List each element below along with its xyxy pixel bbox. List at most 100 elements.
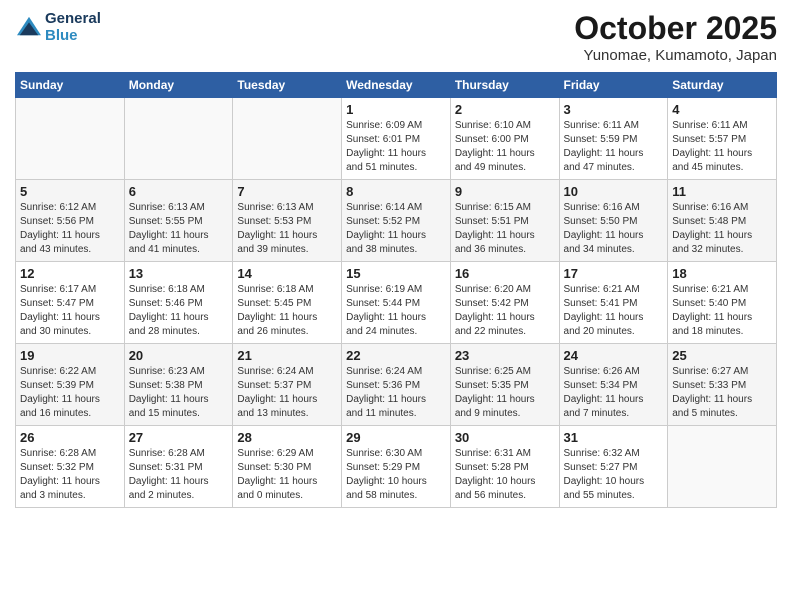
day-number: 21 [237, 348, 337, 363]
day-number: 6 [129, 184, 229, 199]
calendar-cell: 23 Sunrise: 6:25 AM Sunset: 5:35 PM Dayli… [450, 344, 559, 426]
day-info: Sunrise: 6:21 AM Sunset: 5:40 PM Dayligh… [672, 283, 772, 339]
calendar-cell: 5 Sunrise: 6:12 AM Sunset: 5:56 PM Daylig… [16, 180, 125, 262]
calendar-cell: 25 Sunrise: 6:27 AM Sunset: 5:33 PM Dayli… [668, 344, 777, 426]
calendar-cell: 11Sunrise: 6:16 AM Sunset: 5:48 PM Dayli… [668, 180, 777, 262]
day-info: Sunrise: 6:32 AM Sunset: 5:27 PM Dayligh… [564, 447, 664, 503]
day-info: Sunrise: 6:18 AM Sunset: 5:45 PM Dayligh… [237, 283, 337, 339]
calendar-cell: 18Sunrise: 6:21 AM Sunset: 5:40 PM Dayli… [668, 262, 777, 344]
calendar-cell: 14 Sunrise: 6:18 AM Sunset: 5:45 PM Dayli… [233, 262, 342, 344]
day-info: Sunrise: 6:13 AM Sunset: 5:53 PM Dayligh… [237, 201, 337, 257]
week-row-3: 12Sunrise: 6:17 AM Sunset: 5:47 PM Dayli… [16, 262, 777, 344]
calendar-cell: 27Sunrise: 6:28 AM Sunset: 5:31 PM Dayli… [124, 426, 233, 508]
day-info: Sunrise: 6:30 AM Sunset: 5:29 PM Dayligh… [346, 447, 446, 503]
calendar-cell: 3 Sunrise: 6:11 AM Sunset: 5:59 PM Daylig… [559, 98, 668, 180]
day-number: 20 [129, 348, 229, 363]
day-info: Sunrise: 6:21 AM Sunset: 5:41 PM Dayligh… [564, 283, 664, 339]
calendar-table: SundayMondayTuesdayWednesdayThursdayFrid… [15, 72, 777, 508]
weekday-header-thursday: Thursday [450, 73, 559, 98]
calendar-cell: 20 Sunrise: 6:23 AM Sunset: 5:38 PM Dayli… [124, 344, 233, 426]
day-info: Sunrise: 6:24 AM Sunset: 5:37 PM Dayligh… [237, 365, 337, 421]
day-number: 17 [564, 266, 664, 281]
day-number: 19 [20, 348, 120, 363]
calendar-cell: 17 Sunrise: 6:21 AM Sunset: 5:41 PM Dayli… [559, 262, 668, 344]
calendar-cell: 21 Sunrise: 6:24 AM Sunset: 5:37 PM Dayli… [233, 344, 342, 426]
day-number: 24 [564, 348, 664, 363]
day-info: Sunrise: 6:23 AM Sunset: 5:38 PM Dayligh… [129, 365, 229, 421]
day-info: Sunrise: 6:13 AM Sunset: 5:55 PM Dayligh… [129, 201, 229, 257]
calendar-cell: 28 Sunrise: 6:29 AM Sunset: 5:30 PM Dayli… [233, 426, 342, 508]
page-container: General Blue October 2025 Yunomae, Kumam… [0, 0, 792, 518]
calendar-cell: 31Sunrise: 6:32 AM Sunset: 5:27 PM Dayli… [559, 426, 668, 508]
calendar-cell: 22 Sunrise: 6:24 AM Sunset: 5:36 PM Dayli… [342, 344, 451, 426]
day-info: Sunrise: 6:20 AM Sunset: 5:42 PM Dayligh… [455, 283, 555, 339]
day-number: 25 [672, 348, 772, 363]
day-number: 30 [455, 430, 555, 445]
week-row-4: 19Sunrise: 6:22 AM Sunset: 5:39 PM Dayli… [16, 344, 777, 426]
calendar-cell: 8Sunrise: 6:14 AM Sunset: 5:52 PM Daylig… [342, 180, 451, 262]
day-number: 1 [346, 102, 446, 117]
logo: General Blue [15, 10, 101, 45]
calendar-cell: 1 Sunrise: 6:09 AM Sunset: 6:01 PM Daylig… [342, 98, 451, 180]
day-number: 2 [455, 102, 555, 117]
weekday-header-friday: Friday [559, 73, 668, 98]
calendar-cell: 19Sunrise: 6:22 AM Sunset: 5:39 PM Dayli… [16, 344, 125, 426]
day-number: 14 [237, 266, 337, 281]
weekday-header-row: SundayMondayTuesdayWednesdayThursdayFrid… [16, 73, 777, 98]
weekday-header-monday: Monday [124, 73, 233, 98]
weekday-header-saturday: Saturday [668, 73, 777, 98]
header: General Blue October 2025 Yunomae, Kumam… [15, 10, 777, 64]
day-info: Sunrise: 6:28 AM Sunset: 5:32 PM Dayligh… [20, 447, 120, 503]
day-info: Sunrise: 6:14 AM Sunset: 5:52 PM Dayligh… [346, 201, 446, 257]
calendar-cell: 30 Sunrise: 6:31 AM Sunset: 5:28 PM Dayli… [450, 426, 559, 508]
calendar-cell: 29 Sunrise: 6:30 AM Sunset: 5:29 PM Dayli… [342, 426, 451, 508]
day-info: Sunrise: 6:26 AM Sunset: 5:34 PM Dayligh… [564, 365, 664, 421]
day-info: Sunrise: 6:10 AM Sunset: 6:00 PM Dayligh… [455, 119, 555, 175]
day-number: 23 [455, 348, 555, 363]
title-block: October 2025 Yunomae, Kumamoto, Japan [574, 10, 777, 64]
day-number: 10 [564, 184, 664, 199]
calendar-cell: 9Sunrise: 6:15 AM Sunset: 5:51 PM Daylig… [450, 180, 559, 262]
day-info: Sunrise: 6:12 AM Sunset: 5:56 PM Dayligh… [20, 201, 120, 257]
day-info: Sunrise: 6:28 AM Sunset: 5:31 PM Dayligh… [129, 447, 229, 503]
logo-text: General Blue [45, 10, 101, 45]
weekday-header-wednesday: Wednesday [342, 73, 451, 98]
calendar-cell: 7 Sunrise: 6:13 AM Sunset: 5:53 PM Daylig… [233, 180, 342, 262]
calendar-cell: 4 Sunrise: 6:11 AM Sunset: 5:57 PM Daylig… [668, 98, 777, 180]
week-row-1: 1 Sunrise: 6:09 AM Sunset: 6:01 PM Daylig… [16, 98, 777, 180]
day-info: Sunrise: 6:29 AM Sunset: 5:30 PM Dayligh… [237, 447, 337, 503]
day-info: Sunrise: 6:19 AM Sunset: 5:44 PM Dayligh… [346, 283, 446, 339]
calendar-cell: 10Sunrise: 6:16 AM Sunset: 5:50 PM Dayli… [559, 180, 668, 262]
day-info: Sunrise: 6:09 AM Sunset: 6:01 PM Dayligh… [346, 119, 446, 175]
calendar-cell: 6 Sunrise: 6:13 AM Sunset: 5:55 PM Daylig… [124, 180, 233, 262]
day-info: Sunrise: 6:11 AM Sunset: 5:57 PM Dayligh… [672, 119, 772, 175]
day-info: Sunrise: 6:24 AM Sunset: 5:36 PM Dayligh… [346, 365, 446, 421]
day-number: 5 [20, 184, 120, 199]
day-info: Sunrise: 6:31 AM Sunset: 5:28 PM Dayligh… [455, 447, 555, 503]
weekday-header-tuesday: Tuesday [233, 73, 342, 98]
day-number: 28 [237, 430, 337, 445]
day-number: 26 [20, 430, 120, 445]
day-number: 3 [564, 102, 664, 117]
month-title: October 2025 [574, 10, 777, 47]
day-number: 7 [237, 184, 337, 199]
location: Yunomae, Kumamoto, Japan [574, 47, 777, 64]
day-number: 12 [20, 266, 120, 281]
day-info: Sunrise: 6:25 AM Sunset: 5:35 PM Dayligh… [455, 365, 555, 421]
day-number: 15 [346, 266, 446, 281]
day-info: Sunrise: 6:27 AM Sunset: 5:33 PM Dayligh… [672, 365, 772, 421]
calendar-cell: 16Sunrise: 6:20 AM Sunset: 5:42 PM Dayli… [450, 262, 559, 344]
day-number: 22 [346, 348, 446, 363]
calendar-cell: 13Sunrise: 6:18 AM Sunset: 5:46 PM Dayli… [124, 262, 233, 344]
calendar-cell [233, 98, 342, 180]
day-number: 4 [672, 102, 772, 117]
day-number: 29 [346, 430, 446, 445]
week-row-5: 26 Sunrise: 6:28 AM Sunset: 5:32 PM Dayli… [16, 426, 777, 508]
day-info: Sunrise: 6:11 AM Sunset: 5:59 PM Dayligh… [564, 119, 664, 175]
day-info: Sunrise: 6:15 AM Sunset: 5:51 PM Dayligh… [455, 201, 555, 257]
day-number: 13 [129, 266, 229, 281]
calendar-cell [668, 426, 777, 508]
calendar-cell: 24 Sunrise: 6:26 AM Sunset: 5:34 PM Dayli… [559, 344, 668, 426]
weekday-header-sunday: Sunday [16, 73, 125, 98]
calendar-cell [16, 98, 125, 180]
